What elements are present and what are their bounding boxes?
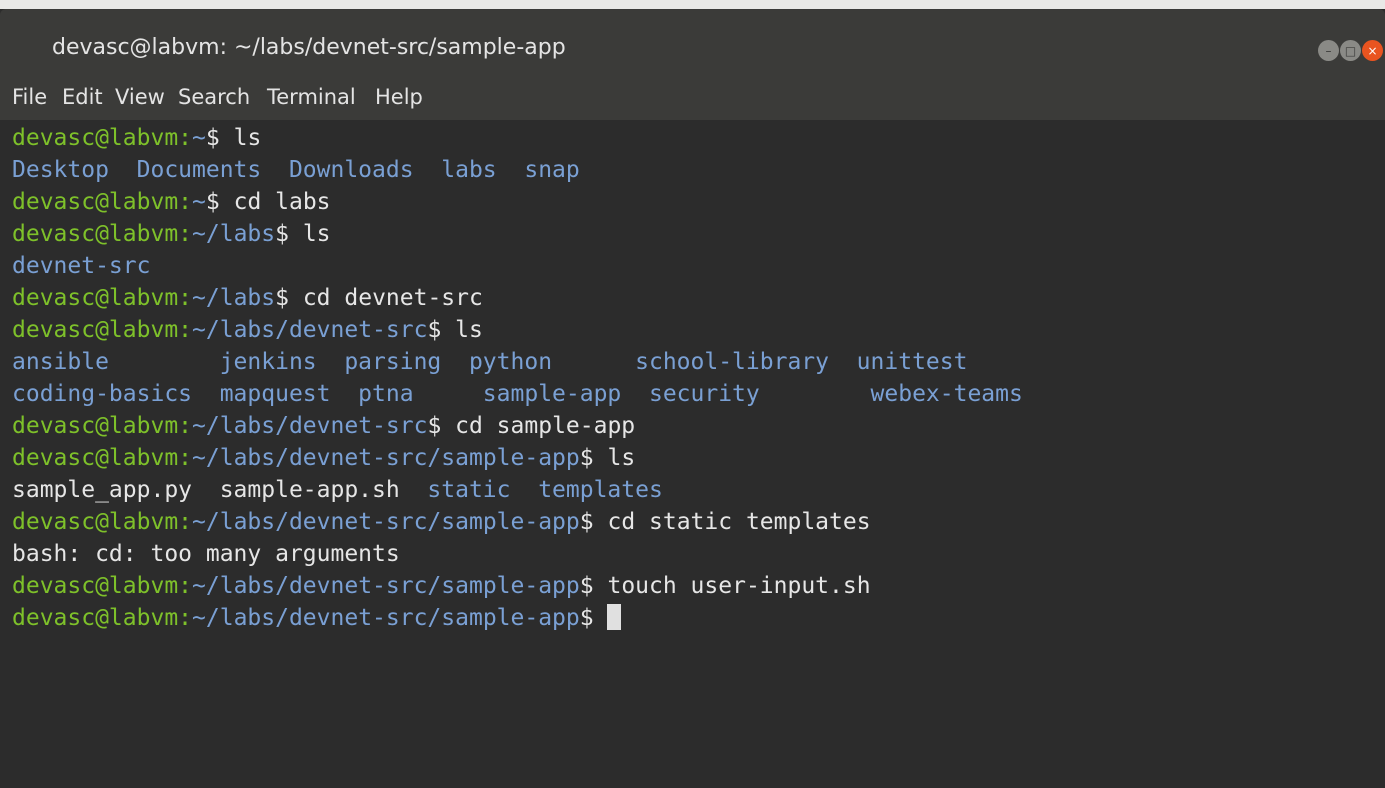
terminal-line: devasc@labvm:~/labs$ ls [12,221,331,247]
terminal-line: devasc@labvm:~$ ls [12,125,262,151]
prompt-path: ~/labs/devnet-src/sample-app [192,605,580,631]
command-text: cd labs [219,189,331,215]
terminal-line: devasc@labvm:~/labs/devnet-src/sample-ap… [12,509,871,535]
prompt-colon: : [178,285,193,311]
command-text: ls [219,125,262,151]
output-dirs: static templates [427,477,663,503]
output-dirs: Desktop Documents Downloads labs snap [12,157,580,183]
terminal-line: bash: cd: too many arguments [12,538,400,570]
prompt-user-host: devasc@labvm [12,221,179,247]
output-dirs: ansible jenkins parsing python school-li… [12,349,968,375]
terminal-line: Desktop Documents Downloads labs snap [12,154,580,186]
prompt-path: ~/labs/devnet-src [192,413,428,439]
command-text [594,605,608,631]
output-files: sample_app.py sample-app.sh [12,477,428,503]
error-text: bash: cd: too many arguments [12,541,400,567]
prompt-colon: : [178,413,193,439]
terminal-line: ansible jenkins parsing python school-li… [12,346,967,378]
prompt-colon: : [178,573,193,599]
title-bar[interactable]: devasc@labvm: ~/labs/devnet-src/sample-a… [0,9,1385,77]
prompt-colon: : [178,509,193,535]
prompt-colon: : [178,125,193,151]
menu-bar: File Edit View Search Terminal Help [0,77,1385,120]
prompt-user-host: devasc@labvm [12,125,179,151]
command-text: cd static templates [593,509,871,535]
command-text: ls [288,221,331,247]
terminal-line: devasc@labvm:~/labs$ cd devnet-src [12,285,483,311]
prompt-colon: : [178,221,193,247]
prompt-path: ~/labs/devnet-src/sample-app [192,573,580,599]
prompt-user-host: devasc@labvm [12,317,179,343]
prompt-path: ~ [192,125,206,151]
terminal-line: coding-basics mapquest ptna sample-app s… [12,378,1023,410]
prompt-colon: : [178,317,193,343]
prompt-path: ~ [192,189,206,215]
text-cursor [607,604,622,630]
minimize-icon: – [1325,43,1332,58]
close-button[interactable]: × [1362,40,1383,61]
prompt-user-host: devasc@labvm [12,285,179,311]
terminal-line: devnet-src [12,250,150,282]
prompt-user-host: devasc@labvm [12,189,179,215]
prompt-path: ~/labs [192,221,276,247]
prompt-user-host: devasc@labvm [12,445,179,471]
prompt-user-host: devasc@labvm [12,509,179,535]
prompt-colon: : [178,445,193,471]
terminal-line: devasc@labvm:~/labs/devnet-src/sample-ap… [12,445,636,471]
terminal-line-active[interactable]: devasc@labvm:~/labs/devnet-src/sample-ap… [12,602,622,634]
terminal-line: devasc@labvm:~/labs/devnet-src$ ls [12,317,483,343]
command-text: touch user-input.sh [593,573,871,599]
prompt-user-host: devasc@labvm [12,573,179,599]
command-text: ls [593,445,636,471]
prompt-path: ~/labs/devnet-src/sample-app [192,445,580,471]
command-text: ls [441,317,483,343]
menu-view[interactable]: View [115,85,165,109]
minimize-button[interactable]: – [1318,40,1339,61]
prompt-user-host: devasc@labvm [12,605,179,631]
terminal-line: devasc@labvm:~$ cd labs [12,189,331,215]
command-text: cd devnet-src [288,285,483,311]
window-title: devasc@labvm: ~/labs/devnet-src/sample-a… [52,35,566,60]
terminal-line: sample_app.py sample-app.sh static templ… [12,474,663,506]
terminal-line: devasc@labvm:~/labs/devnet-src$ cd sampl… [12,413,636,439]
desktop-top-strip [0,0,1385,9]
menu-edit[interactable]: Edit [62,85,103,109]
menu-search[interactable]: Search [178,85,250,109]
terminal-line: devasc@labvm:~/labs/devnet-src/sample-ap… [12,573,871,599]
close-icon: × [1367,43,1378,58]
terminal-output[interactable]: devasc@labvm:~$ ls Desktop Documents Dow… [0,122,1385,788]
prompt-path: ~/labs [192,285,276,311]
menu-terminal[interactable]: Terminal [267,85,356,109]
menu-help[interactable]: Help [375,85,423,109]
maximize-button[interactable]: □ [1340,40,1361,61]
output-dirs: coding-basics mapquest ptna sample-app s… [12,381,1023,407]
menu-file[interactable]: File [12,85,47,109]
terminal-window: devasc@labvm: ~/labs/devnet-src/sample-a… [0,0,1385,788]
prompt-user-host: devasc@labvm [12,413,179,439]
prompt-path: ~/labs/devnet-src [192,317,428,343]
prompt-colon: : [178,605,193,631]
prompt-path: ~/labs/devnet-src/sample-app [192,509,580,535]
maximize-icon: □ [1344,43,1357,58]
output-dirs: devnet-src [12,253,151,279]
prompt-colon: : [178,189,193,215]
command-text: cd sample-app [441,413,636,439]
